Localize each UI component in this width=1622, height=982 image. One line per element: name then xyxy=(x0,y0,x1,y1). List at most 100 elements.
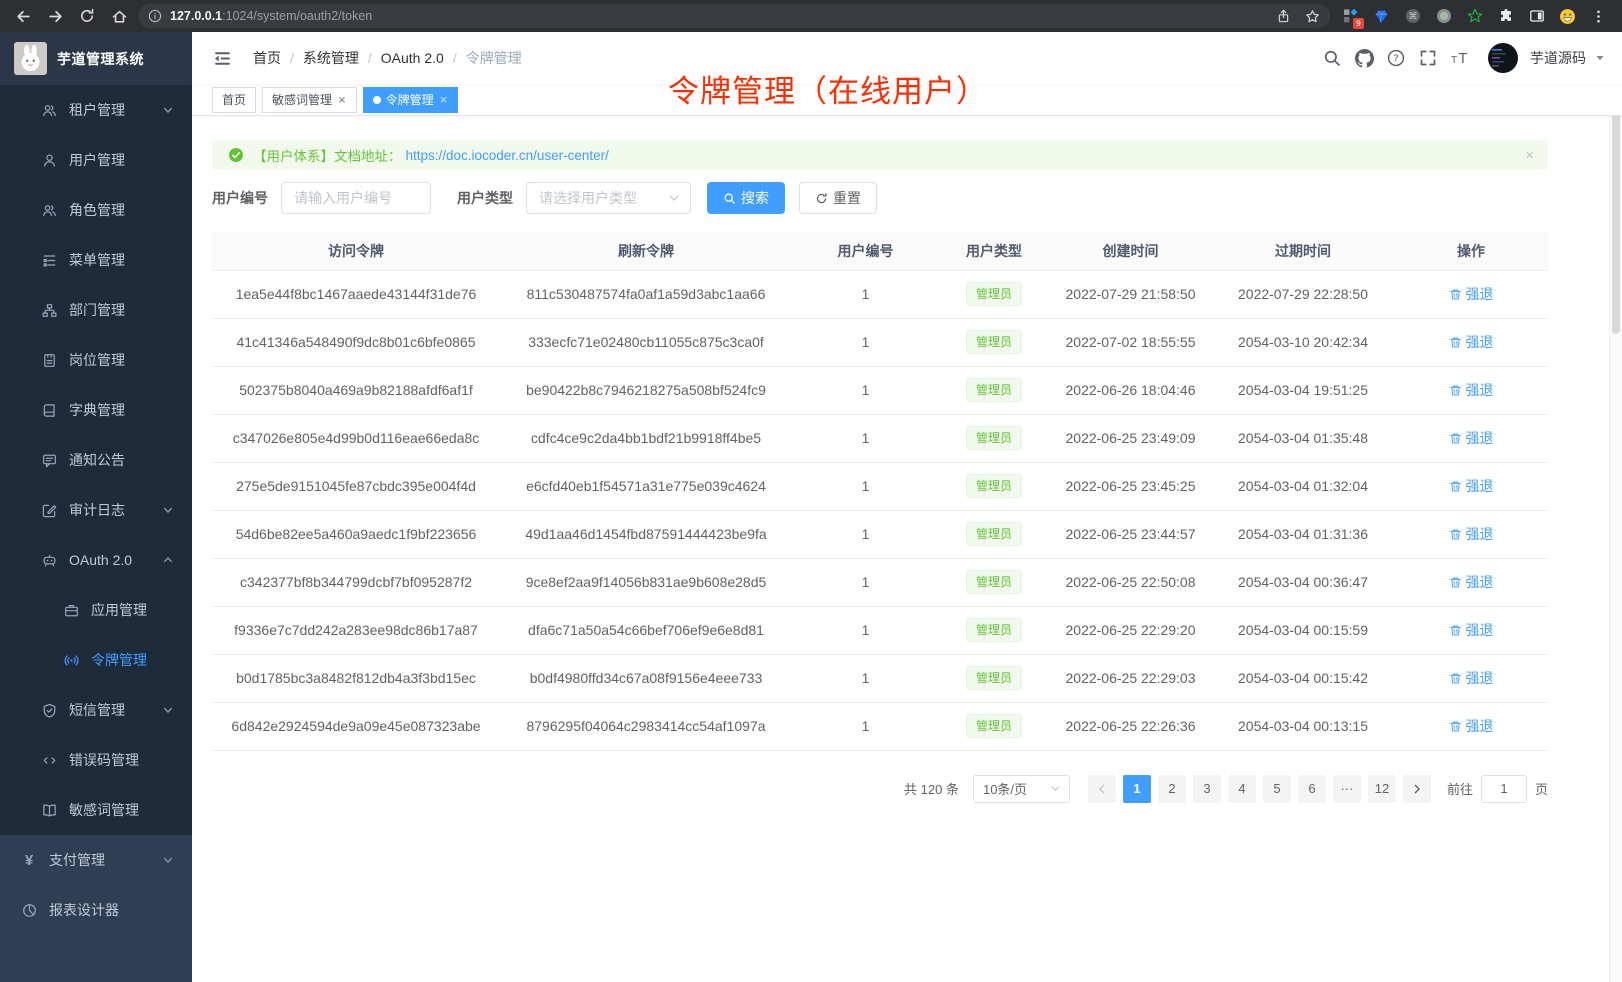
sidebar-item-label: 岗位管理 xyxy=(69,350,125,370)
force-logout-button[interactable]: 强退 xyxy=(1449,332,1494,352)
bookmark-star-icon[interactable] xyxy=(1305,9,1320,24)
browser-back-button[interactable] xyxy=(10,3,36,29)
page-size-select[interactable]: 10条/页 xyxy=(973,775,1070,803)
sidebar-item-label: 通知公告 xyxy=(69,450,125,470)
browser-forward-button[interactable] xyxy=(42,3,68,29)
page-button-2[interactable]: 2 xyxy=(1158,775,1186,803)
sidebar-item-oauth2[interactable]: OAuth 2.0 xyxy=(0,535,192,585)
access-token-cell: 502375b8040a469a9b82188afdf6af1f xyxy=(212,366,500,414)
goto-page-input[interactable] xyxy=(1481,775,1527,803)
user-type-cell: 管理员 xyxy=(939,558,1049,606)
user-type-cell: 管理员 xyxy=(939,462,1049,510)
breadcrumb-item[interactable]: 首页 xyxy=(253,48,281,68)
reset-button[interactable]: 重置 xyxy=(799,182,877,214)
prev-page-button[interactable] xyxy=(1088,775,1116,803)
scrollbar[interactable] xyxy=(1609,32,1622,982)
fullscreen-icon[interactable] xyxy=(1418,48,1438,68)
extension-star-icon[interactable] xyxy=(1466,8,1483,25)
tab-token[interactable]: 令牌管理× xyxy=(363,87,459,113)
breadcrumb-item[interactable]: 系统管理 xyxy=(303,48,359,68)
site-info-icon[interactable] xyxy=(148,9,162,23)
force-logout-button[interactable]: 强退 xyxy=(1449,476,1494,496)
table-row: 54d6be82ee5a460a9aedc1f9bf22365649d1aa46… xyxy=(212,510,1548,558)
sidebar-item-error-code[interactable]: 错误码管理 xyxy=(0,735,192,785)
extension-record-icon[interactable] xyxy=(1435,8,1452,25)
browser-menu-kebab-icon[interactable] xyxy=(1590,3,1606,29)
share-icon[interactable] xyxy=(1276,9,1291,24)
url-bar[interactable]: 127.0.0.1:1024/system/oauth2/token xyxy=(138,4,1330,28)
sidebar-item-report[interactable]: 报表设计器 xyxy=(0,885,192,935)
font-size-icon[interactable]: TT xyxy=(1450,48,1470,68)
force-logout-button[interactable]: 强退 xyxy=(1449,572,1494,592)
breadcrumb-item[interactable]: OAuth 2.0 xyxy=(381,50,444,66)
force-logout-label: 强退 xyxy=(1466,668,1494,688)
sidebar-item-tenant[interactable]: 租户管理 xyxy=(0,85,192,135)
search-icon[interactable] xyxy=(1322,48,1342,68)
refresh-token-cell: 333ecfc71e02480cb11055c875c3ca0f xyxy=(500,318,792,366)
page-button-4[interactable]: 4 xyxy=(1228,775,1256,803)
tab-active-dot-icon xyxy=(373,96,381,104)
sidebar-item-user[interactable]: 用户管理 xyxy=(0,135,192,185)
extension-command-icon[interactable]: ⌘ xyxy=(1404,8,1421,25)
tab-sensitive-word[interactable]: 敏感词管理 × xyxy=(262,87,357,113)
sidebar-item-menu[interactable]: 菜单管理 xyxy=(0,235,192,285)
page-button-12[interactable]: 12 xyxy=(1368,775,1396,803)
caret-down-icon[interactable] xyxy=(1594,52,1606,64)
app-logo[interactable]: 芋道管理系统 xyxy=(0,32,192,85)
page-button-3[interactable]: 3 xyxy=(1193,775,1221,803)
alert-close-icon[interactable]: × xyxy=(1525,147,1534,164)
force-logout-button[interactable]: 强退 xyxy=(1449,380,1494,400)
force-logout-button[interactable]: 强退 xyxy=(1449,620,1494,640)
force-logout-button[interactable]: 强退 xyxy=(1449,428,1494,448)
extension-emoji-icon[interactable] xyxy=(1559,8,1576,25)
alert-doc-link[interactable]: https://doc.iocoder.cn/user-center/ xyxy=(406,148,609,163)
expire-time-cell: 2054-03-04 19:51:25 xyxy=(1212,366,1394,414)
extension-grid-icon[interactable]: 9 xyxy=(1342,8,1359,25)
extension-puzzle-icon[interactable] xyxy=(1497,8,1514,25)
browser-home-button[interactable] xyxy=(106,3,132,29)
refresh-token-cell: be90422b8c7946218275a508bf524fc9 xyxy=(500,366,792,414)
created-time-cell: 2022-07-02 18:55:55 xyxy=(1049,318,1212,366)
sidebar-item-oauth2-token[interactable]: 令牌管理 xyxy=(0,635,192,685)
page-button-6[interactable]: 6 xyxy=(1298,775,1326,803)
sidebar-item-dict[interactable]: 字典管理 xyxy=(0,385,192,435)
browser-reload-button[interactable] xyxy=(74,3,100,29)
briefcase-icon xyxy=(63,602,79,618)
force-logout-button[interactable]: 强退 xyxy=(1449,716,1494,736)
sidebar-item-notice[interactable]: 通知公告 xyxy=(0,435,192,485)
extension-sidepanel-icon[interactable] xyxy=(1528,8,1545,25)
next-page-button[interactable] xyxy=(1403,775,1431,803)
extension-gem-icon[interactable] xyxy=(1373,8,1390,25)
pager-ellipsis-button[interactable]: ··· xyxy=(1333,775,1361,803)
sidebar-item-dept[interactable]: 部门管理 xyxy=(0,285,192,335)
user-type-select[interactable]: 请选择用户类型 xyxy=(526,182,691,214)
search-button[interactable]: 搜索 xyxy=(707,182,785,214)
pagination-total: 共 120 条 xyxy=(904,779,959,798)
close-icon[interactable]: × xyxy=(337,93,347,106)
user-id-input[interactable] xyxy=(281,182,431,214)
close-icon[interactable]: × xyxy=(439,93,449,106)
tab-label: 敏感词管理 xyxy=(272,91,332,108)
tree-icon xyxy=(41,252,57,268)
sidebar-item-oauth2-app[interactable]: 应用管理 xyxy=(0,585,192,635)
sidebar-item-role[interactable]: 角色管理 xyxy=(0,185,192,235)
avatar[interactable] xyxy=(1488,43,1518,73)
sidebar-item-post[interactable]: 岗位管理 xyxy=(0,335,192,385)
alert-text: 【用户体系】文档地址： xyxy=(253,145,402,165)
sidebar-toggle-icon[interactable] xyxy=(208,48,237,69)
sidebar-item-sms[interactable]: 短信管理 xyxy=(0,685,192,735)
refresh-token-cell: 8796295f04064c2983414cc54af1097a xyxy=(500,702,792,750)
browser-toolbar: 127.0.0.1:1024/system/oauth2/token 9 ⌘ xyxy=(0,0,1622,32)
force-logout-button[interactable]: 强退 xyxy=(1449,668,1494,688)
page-button-5[interactable]: 5 xyxy=(1263,775,1291,803)
sidebar-item-audit-log[interactable]: 审计日志 xyxy=(0,485,192,535)
sidebar-item-label: 短信管理 xyxy=(69,700,125,720)
sidebar-item-pay[interactable]: ¥支付管理 xyxy=(0,835,192,885)
tab-home[interactable]: 首页 xyxy=(212,87,256,113)
sidebar-item-sensitive-word[interactable]: 敏感词管理 xyxy=(0,785,192,835)
help-icon[interactable]: ? xyxy=(1386,48,1406,68)
force-logout-button[interactable]: 强退 xyxy=(1449,524,1494,544)
page-button-1[interactable]: 1 xyxy=(1123,775,1151,803)
github-icon[interactable] xyxy=(1354,48,1374,68)
force-logout-button[interactable]: 强退 xyxy=(1449,284,1494,304)
